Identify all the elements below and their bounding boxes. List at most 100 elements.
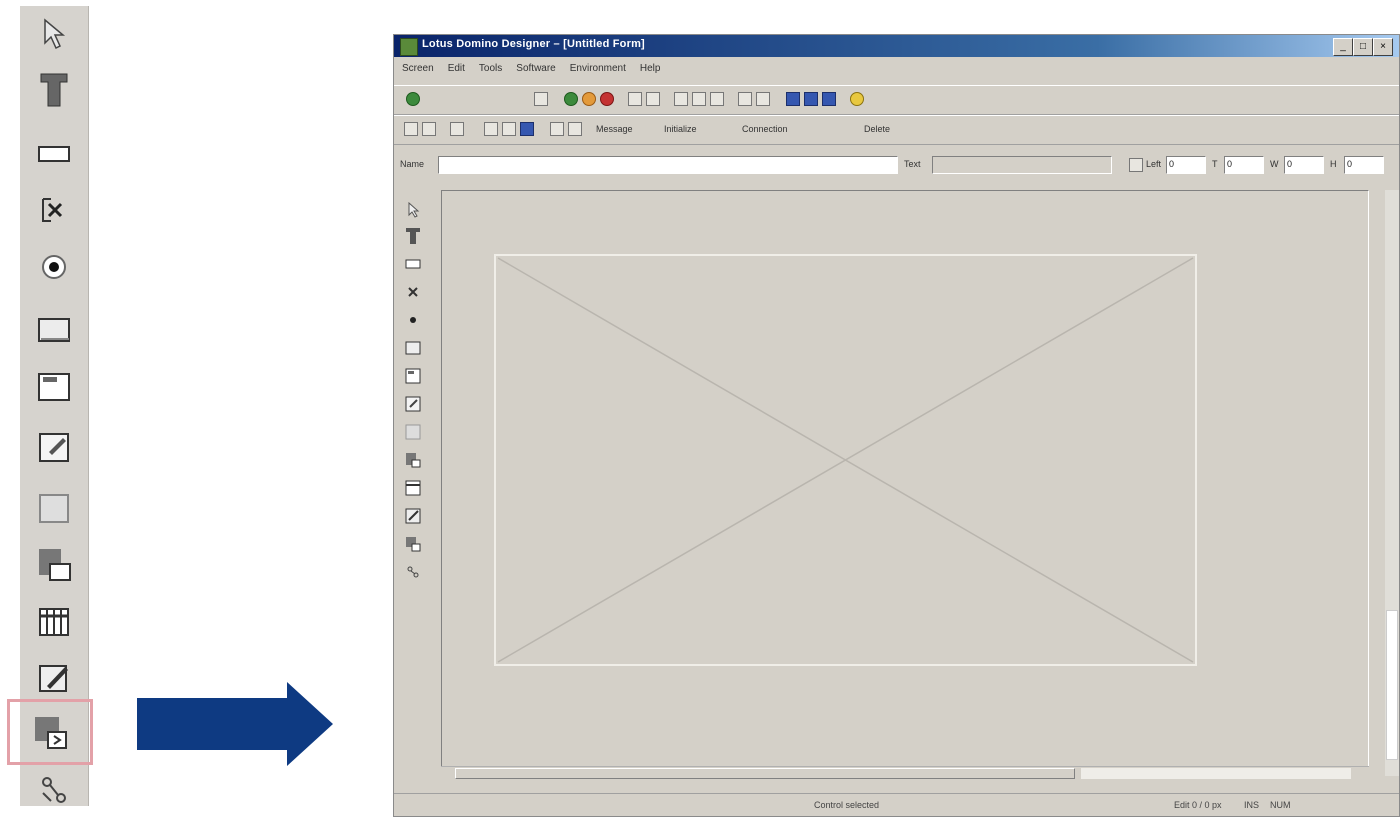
horizontal-scroll-thumb[interactable] [455,768,1075,779]
menu-software[interactable]: Software [516,63,555,74]
menu-environment[interactable]: Environment [570,63,626,74]
input-field-icon[interactable] [30,130,78,178]
button-icon[interactable] [30,306,78,354]
connection-button[interactable]: Connection [742,124,788,134]
image-button-icon[interactable] [30,541,78,589]
horizontal-scrollbar[interactable] [441,766,1369,781]
menu-help[interactable]: Help [640,63,661,74]
input-field-icon[interactable] [402,253,424,275]
button-icon[interactable] [402,337,424,359]
name-input[interactable] [438,156,898,174]
width-label: W [1270,159,1279,169]
select-pointer-icon[interactable] [402,199,424,221]
copy-icon[interactable] [646,92,660,106]
name-label: Name [400,159,425,169]
stop-icon[interactable] [600,92,614,106]
run-icon[interactable] [406,92,420,106]
height-input[interactable]: 0 [1344,156,1384,174]
status-bar: Control selected Edit 0 / 0 px INS NUM [394,793,1399,816]
delete-button[interactable]: Delete [864,124,890,134]
arrow-right-icon [137,682,333,766]
window-icon[interactable] [786,92,800,106]
menu-edit[interactable]: Edit [448,63,465,74]
vertical-scrollbar[interactable] [1385,190,1399,776]
initialize-button[interactable]: Initialize [664,124,697,134]
text-input[interactable] [932,156,1112,174]
menu-bar: Screen Edit Tools Software Environment H… [394,59,1399,77]
select-pointer-icon[interactable] [30,10,78,58]
close-button[interactable]: × [1373,38,1393,56]
image-button-icon[interactable] [402,449,424,471]
main-toolbar [394,85,1399,115]
align-icon[interactable] [404,122,418,136]
grid-icon[interactable] [822,92,836,106]
connector-icon[interactable] [402,561,424,583]
status-insert: INS [1244,800,1260,810]
layout-icon[interactable] [804,92,818,106]
start-icon[interactable] [564,92,578,106]
table-icon[interactable] [30,598,78,646]
image-edit-icon[interactable] [402,505,424,527]
paste-icon[interactable] [692,92,706,106]
maximize-button[interactable]: □ [1353,38,1373,56]
top-input[interactable]: 0 [1224,156,1264,174]
designer-window: Lotus Domino Designer – [Untitled Form] … [393,34,1400,817]
status-message: Control selected [814,800,880,810]
redo-icon[interactable] [756,92,770,106]
connector-icon[interactable] [30,766,78,814]
message-button[interactable]: Message [596,124,633,134]
properties-bar: Name Text Left 0 T 0 W 0 H 0 [394,151,1399,179]
table-icon[interactable] [402,477,424,499]
next-icon[interactable] [568,122,582,136]
edit-image-icon[interactable] [30,423,78,471]
image-placeholder[interactable] [494,254,1197,666]
vertical-scroll-thumb[interactable] [1386,610,1398,760]
undo-icon[interactable] [738,92,752,106]
frame-icon[interactable] [30,363,78,411]
prev-icon[interactable] [550,122,564,136]
radio-button-icon[interactable] [402,309,424,331]
status-position: Edit 0 / 0 px [1174,800,1222,810]
top-label: T [1212,159,1218,169]
design-canvas[interactable] [441,190,1369,776]
checkbox-icon[interactable] [402,281,424,303]
properties-icon[interactable] [520,122,534,136]
secondary-toolbar: Message Initialize Connection Delete [394,115,1399,145]
text-label: Text [904,159,921,169]
image-control-icon[interactable] [7,699,93,765]
panel-icon[interactable] [30,484,78,532]
distribute-icon[interactable] [422,122,436,136]
height-label: H [1330,159,1337,169]
horizontal-scroll-track[interactable] [1081,768,1351,779]
toolbox-enlarged [7,6,93,806]
help-icon[interactable] [850,92,864,106]
text-icon[interactable] [402,225,424,247]
group-icon[interactable] [484,122,498,136]
pause-icon[interactable] [582,92,596,106]
left-input[interactable]: 0 [1166,156,1206,174]
left-label: Left [1146,159,1162,169]
image-edit-icon[interactable] [30,654,78,702]
menu-screen[interactable]: Screen [402,63,434,74]
menu-tools[interactable]: Tools [479,63,502,74]
image-control-icon[interactable] [402,533,424,555]
delete-icon[interactable] [710,92,724,106]
cut-icon[interactable] [674,92,688,106]
title-bar: Lotus Domino Designer – [Untitled Form] … [394,35,1399,57]
save-icon[interactable] [534,92,548,106]
radio-button-icon[interactable] [30,243,78,291]
edit-image-icon[interactable] [402,393,424,415]
app-icon [400,38,418,56]
minimize-button[interactable]: _ [1333,38,1353,56]
new-icon[interactable] [628,92,642,106]
tab-order-icon[interactable] [450,122,464,136]
panel-icon[interactable] [402,421,424,443]
status-num: NUM [1270,800,1291,810]
frame-icon[interactable] [402,365,424,387]
move-icon[interactable] [502,122,516,136]
text-icon[interactable] [30,66,78,114]
position-icon[interactable] [1129,158,1143,172]
checkbox-icon[interactable] [30,186,78,234]
window-title: Lotus Domino Designer – [Untitled Form] [422,38,645,50]
width-input[interactable]: 0 [1284,156,1324,174]
